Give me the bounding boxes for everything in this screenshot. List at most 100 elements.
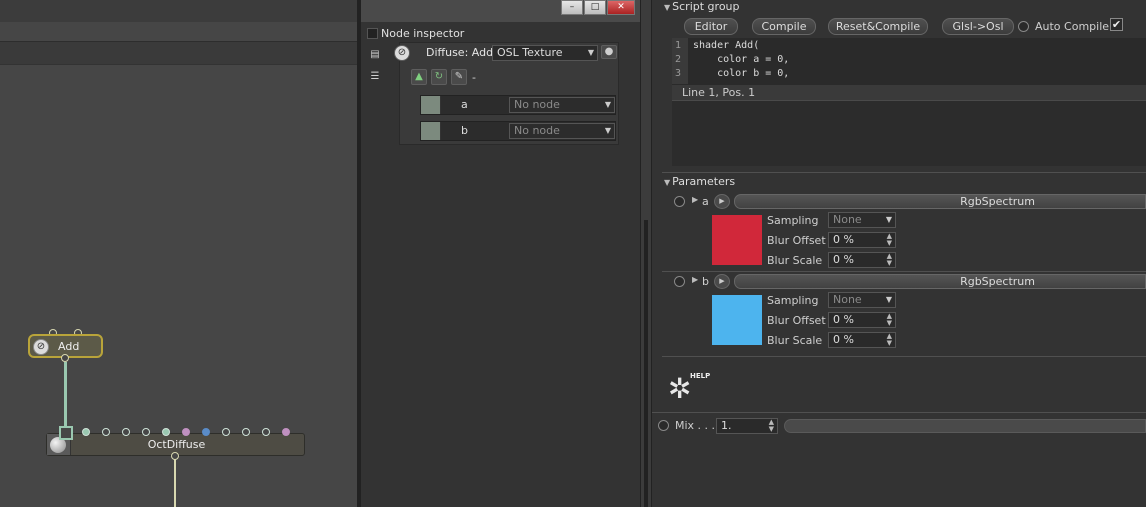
param-a-type-bar[interactable]: RgbSpectrum (734, 194, 1146, 209)
mix-label: Mix . . . (675, 419, 716, 432)
input-a-dropdown[interactable]: No node ▼ (509, 97, 615, 113)
sampling-value: None (833, 213, 862, 226)
help-label: HELP (690, 372, 711, 380)
expand-triangle-icon[interactable]: ▶ (692, 275, 698, 284)
param-a-sampling-dropdown[interactable]: None ▼ (828, 212, 896, 228)
param-b-blur-offset-field[interactable]: 0 % ▲ ▼ (828, 312, 896, 328)
add-output-pin[interactable] (61, 354, 69, 362)
octane-logo-icon: ✲ (668, 372, 692, 405)
mix-value-field[interactable]: 1. ▲ ▼ (716, 418, 778, 434)
close-button[interactable]: ✕ (607, 0, 635, 15)
spinner-icon[interactable]: ▲ ▼ (887, 313, 892, 327)
input-a-swatch[interactable] (421, 96, 441, 114)
auto-compile-checkbox[interactable]: ✔ (1110, 18, 1123, 31)
spinner-icon[interactable]: ▲ ▼ (887, 253, 892, 267)
mix-slider[interactable] (784, 419, 1146, 433)
node-inspector-window: – □ ✕ Node inspector ▤ ☰ ⊘ Diffuse: Add … (357, 0, 640, 507)
input-pin[interactable] (222, 428, 230, 436)
input-pin[interactable] (162, 428, 170, 436)
param-a-blur-scale-field[interactable]: 0 % ▲ ▼ (828, 252, 896, 268)
blur-offset-label: Blur Offset (767, 234, 826, 247)
script-group-title: Script group (672, 0, 740, 13)
node-type-dropdown[interactable]: OSL Texture ▼ (492, 45, 598, 61)
mix-row: Mix . . . 1. ▲ ▼ (652, 417, 1146, 435)
inspector-title: Node inspector (381, 27, 465, 40)
sampling-label: Sampling (767, 214, 819, 227)
param-a-link-button[interactable]: ▶ (714, 194, 730, 209)
script-group-header[interactable]: ▼ Script group (664, 0, 740, 14)
osl-texture-icon: ⊘ (394, 45, 410, 61)
help-button[interactable]: ✲ HELP (668, 372, 711, 406)
input-b-value: No node (514, 124, 560, 137)
diffuse-input-pin[interactable] (59, 426, 73, 440)
param-b-color-swatch[interactable] (712, 295, 762, 345)
param-b-type-bar[interactable]: RgbSpectrum (734, 274, 1146, 289)
maximize-button[interactable]: □ (584, 0, 606, 15)
blur-offset-value: 0 % (833, 313, 854, 326)
glsl-to-osl-button[interactable]: Glsl->Osl (942, 18, 1014, 35)
param-a-radio[interactable] (674, 196, 685, 207)
eye-icon[interactable]: ● (601, 45, 617, 59)
blur-scale-value: 0 % (833, 333, 854, 346)
chevron-down-icon: ▼ (587, 48, 594, 57)
param-b-sampling-dropdown[interactable]: None ▼ (828, 292, 896, 308)
node-editor[interactable]: ⊘ Add OctDiffuse (0, 0, 357, 507)
param-a-blur-offset-field[interactable]: 0 % ▲ ▼ (828, 232, 896, 248)
spinner-icon[interactable]: ▲ ▼ (887, 333, 892, 347)
node-editor-toolbar (0, 0, 357, 22)
collapse-triangle-icon: ▼ (664, 3, 671, 12)
export-icon[interactable]: ▲ (411, 69, 427, 85)
osl-texture-icon: ⊘ (33, 339, 49, 355)
mix-radio[interactable] (658, 420, 669, 431)
spinner-icon[interactable]: ▲ ▼ (887, 233, 892, 247)
input-pin[interactable] (142, 428, 150, 436)
collapse-triangle-icon: ▼ (664, 178, 671, 187)
input-pin[interactable] (122, 428, 130, 436)
reset-compile-button[interactable]: Reset&Compile (828, 18, 928, 35)
spinner-icon[interactable]: ▲ ▼ (769, 419, 774, 433)
code-line: 3 color b = 0, (675, 68, 790, 79)
input-pin[interactable] (102, 428, 110, 436)
code-line: 2 color a = 0, (675, 54, 790, 65)
inspector-checkbox[interactable] (367, 28, 378, 39)
mix-value: 1. (721, 419, 732, 432)
list-icon[interactable]: ☰ (367, 70, 383, 86)
divider (662, 271, 1146, 272)
octdiffuse-output-pin[interactable] (171, 452, 179, 460)
chevron-down-icon: ▼ (885, 215, 892, 224)
divider (662, 172, 1146, 173)
auto-compile-radio[interactable] (1018, 21, 1029, 32)
input-pin[interactable] (242, 428, 250, 436)
layers-icon[interactable]: ▤ (367, 48, 383, 64)
editor-button[interactable]: Editor (684, 18, 738, 35)
sampling-label: Sampling (767, 294, 819, 307)
code-editor[interactable]: 1 shader Add( 2 color a = 0, 3 color b = … (672, 38, 1146, 84)
compile-output-area (672, 100, 1146, 166)
input-row-b: b No node ▼ (420, 121, 616, 141)
panel-scrollbar[interactable] (640, 0, 652, 507)
auto-compile-label: Auto Compile (1035, 20, 1110, 33)
param-a-color-swatch[interactable] (712, 215, 762, 265)
input-b-dropdown[interactable]: No node ▼ (509, 123, 615, 139)
param-b-link-button[interactable]: ▶ (714, 274, 730, 289)
dash-label: - (472, 71, 476, 84)
parameters-header[interactable]: ▼ Parameters (664, 175, 735, 189)
refresh-icon[interactable]: ↻ (431, 69, 447, 85)
input-pin[interactable] (82, 428, 90, 436)
input-pin[interactable] (262, 428, 270, 436)
expand-triangle-icon[interactable]: ▶ (692, 195, 698, 204)
code-line: 1 shader Add( (675, 40, 760, 51)
compile-button[interactable]: Compile (752, 18, 816, 35)
input-pin[interactable] (182, 428, 190, 436)
param-b-label: b (702, 275, 709, 288)
input-pin[interactable] (202, 428, 210, 436)
divider (652, 412, 1146, 413)
octdiffuse-node-label: OctDiffuse (147, 438, 206, 451)
input-b-swatch[interactable] (421, 122, 441, 140)
param-b-blur-scale-field[interactable]: 0 % ▲ ▼ (828, 332, 896, 348)
minimize-button[interactable]: – (561, 0, 583, 15)
edit-pen-icon[interactable]: ✎ (451, 69, 467, 85)
param-b-radio[interactable] (674, 276, 685, 287)
chevron-down-icon: ▼ (885, 295, 892, 304)
input-pin[interactable] (282, 428, 290, 436)
